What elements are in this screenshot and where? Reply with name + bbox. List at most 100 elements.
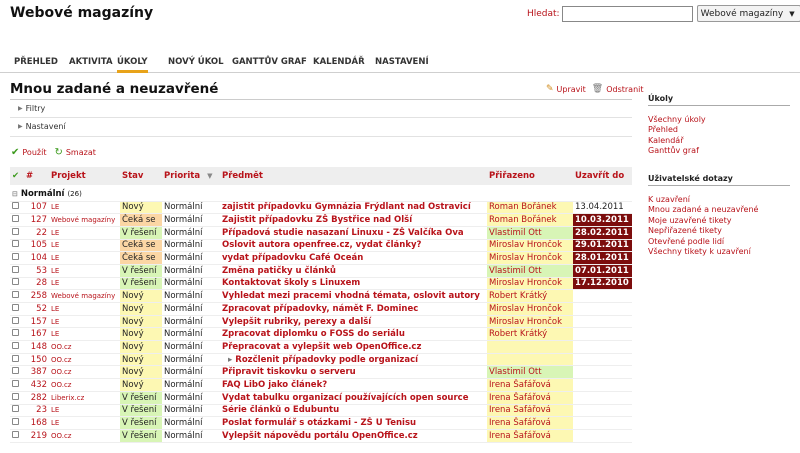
- issue-subject[interactable]: Série článků o Edubuntu: [220, 404, 487, 418]
- issue-subject[interactable]: Přepracovat a vylepšit web OpenOffice.cz: [220, 340, 487, 354]
- issue-subject-text[interactable]: Zpracovat diplomku o FOSS do seriálu: [222, 329, 405, 339]
- issue-subject-text[interactable]: vydat případovku Café Oceán: [222, 253, 363, 263]
- project-select[interactable]: Webové magazíny ▼: [696, 5, 800, 22]
- issue-number[interactable]: 219: [24, 429, 49, 443]
- issue-assignee[interactable]: Vlastimil Ott: [487, 365, 573, 380]
- column-number[interactable]: #: [24, 167, 49, 185]
- issue-subject-text[interactable]: Oslovit autora openfree.cz, vydat články…: [222, 240, 421, 250]
- issue-subject[interactable]: Připravit tiskovku o serveru: [220, 365, 487, 380]
- sidebar-query-my-closed[interactable]: Moje uzavřené tikety: [648, 216, 790, 226]
- issue-assignee[interactable]: [487, 353, 573, 367]
- issue-number[interactable]: 28: [24, 277, 49, 291]
- issue-assignee[interactable]: Miroslav Hrončok: [487, 277, 573, 291]
- row-checkbox[interactable]: [10, 353, 24, 367]
- row-checkbox[interactable]: [10, 302, 24, 316]
- issue-subject-text[interactable]: Připravit tiskovku o serveru: [222, 367, 356, 377]
- issue-subject-text[interactable]: Vyhledat mezi pracemi vhodná témata, osl…: [222, 291, 480, 301]
- checkbox[interactable]: [12, 215, 19, 223]
- issue-assignee[interactable]: Vlastimil Ott: [487, 264, 573, 278]
- table-row[interactable]: 148 OO.cz Nový Normální Přepracovat a vylepš…: [10, 340, 632, 354]
- checkbox[interactable]: [12, 430, 19, 438]
- row-checkbox[interactable]: [10, 264, 24, 278]
- issue-project[interactable]: LE: [49, 264, 120, 278]
- issue-subject-text[interactable]: FAQ LibO jako článek?: [222, 380, 327, 390]
- table-row[interactable]: 127 Webové magazíny Čeká se Normální Zajisti…: [10, 213, 632, 227]
- issue-number[interactable]: 148: [24, 340, 49, 354]
- issue-subject[interactable]: vydat případovku Café Oceán: [220, 251, 487, 265]
- checkbox[interactable]: [12, 367, 19, 375]
- sidebar-link-all-issues[interactable]: Všechny úkoly: [648, 115, 790, 125]
- sidebar-link-calendar[interactable]: Kalendář: [648, 136, 790, 146]
- column-subject[interactable]: Předmět: [220, 167, 487, 185]
- issue-project[interactable]: OO.cz: [49, 340, 120, 354]
- select-all-toggle[interactable]: ✔: [10, 167, 24, 185]
- issue-project[interactable]: OO.cz: [49, 429, 120, 443]
- table-row[interactable]: 23 LE V řešení Normální Série článků o Edubu…: [10, 404, 632, 418]
- checkbox[interactable]: [12, 418, 19, 426]
- table-row[interactable]: 219 OO.cz V řešení Normální Vylepšit nápověd…: [10, 429, 632, 443]
- row-checkbox[interactable]: [10, 404, 24, 418]
- issue-subject[interactable]: Vyhledat mezi pracemi vhodná témata, osl…: [220, 289, 487, 303]
- clear-link[interactable]: Smazat: [66, 148, 96, 157]
- row-checkbox[interactable]: [10, 277, 24, 291]
- table-row[interactable]: 387 OO.cz Nový Normální Připravit tiskovku o…: [10, 365, 632, 380]
- delete-button[interactable]: 🗑 Odstranit: [592, 84, 644, 94]
- row-checkbox[interactable]: [10, 226, 24, 240]
- row-checkbox[interactable]: [10, 213, 24, 227]
- issue-number[interactable]: 105: [24, 239, 49, 253]
- table-row[interactable]: 167 LE Nový Normální Zpracovat diplomku o FO…: [10, 327, 632, 342]
- issue-project[interactable]: LE: [49, 315, 120, 329]
- clear-button[interactable]: ↻ Smazat: [54, 147, 95, 158]
- issue-project[interactable]: OO.cz: [49, 365, 120, 380]
- edit-link[interactable]: Upravit: [557, 85, 586, 94]
- column-assigned[interactable]: Přiřazeno: [487, 167, 573, 185]
- checkbox[interactable]: [12, 265, 19, 273]
- delete-link[interactable]: Odstranit: [606, 85, 643, 94]
- table-row[interactable]: 104 LE Čeká se Normální vydat případovku Caf…: [10, 251, 632, 265]
- issue-subject[interactable]: Zpracovat případovky, námět F. Dominec: [220, 302, 487, 316]
- apply-button[interactable]: ✔ Použít: [11, 147, 46, 158]
- checkbox[interactable]: [12, 253, 19, 261]
- issue-project[interactable]: LE: [49, 416, 120, 430]
- issue-project[interactable]: LE: [49, 327, 120, 342]
- issue-subject-text[interactable]: Změna patičky u článků: [222, 266, 336, 276]
- issue-assignee[interactable]: Robert Krátký: [487, 289, 573, 303]
- issue-subject[interactable]: Vylepšit rubriky, perexy a další: [220, 315, 487, 329]
- issue-subject[interactable]: ▸ Rozčlenit případovky podle organizací: [220, 353, 487, 367]
- issue-subject-text[interactable]: Vylepšit nápovědu portálu OpenOffice.cz: [222, 431, 418, 441]
- table-row[interactable]: 52 LE Nový Normální Zpracovat případovky, ná…: [10, 302, 632, 316]
- collapse-icon[interactable]: ⊟: [12, 190, 18, 198]
- issue-assignee[interactable]: Miroslav Hrončok: [487, 315, 573, 329]
- issue-number[interactable]: 432: [24, 378, 49, 392]
- issue-assignee[interactable]: Roman Bořánek: [487, 213, 573, 227]
- row-checkbox[interactable]: [10, 315, 24, 329]
- checkbox[interactable]: [12, 202, 19, 210]
- row-checkbox[interactable]: [10, 239, 24, 253]
- issue-project[interactable]: LE: [49, 251, 120, 265]
- issue-number[interactable]: 387: [24, 365, 49, 380]
- issue-project[interactable]: Webové magazíny: [49, 289, 120, 303]
- issue-number[interactable]: 282: [24, 391, 49, 405]
- issue-subject-text[interactable]: Rozčlenit případovky podle organizací: [235, 355, 418, 365]
- table-row[interactable]: 258 Webové magazíny Nový Normální Vyhledat m…: [10, 289, 632, 303]
- issue-project[interactable]: LE: [49, 239, 120, 253]
- checkbox[interactable]: [12, 303, 19, 311]
- issue-project[interactable]: LE: [49, 226, 120, 240]
- issue-assignee[interactable]: Irena Šafářová: [487, 391, 573, 405]
- table-row[interactable]: 22 LE V řešení Normální Případová studie nas…: [10, 226, 632, 240]
- column-priority[interactable]: Priorita ▼: [162, 167, 220, 185]
- row-checkbox[interactable]: [10, 429, 24, 443]
- issue-project[interactable]: OO.cz: [49, 353, 120, 367]
- table-row[interactable]: 105 LE Čeká se Normální Oslovit autora openf…: [10, 239, 632, 253]
- issue-subject[interactable]: Případová studie nasazaní Linuxu - ZŠ Va…: [220, 226, 487, 240]
- issue-number[interactable]: 53: [24, 264, 49, 278]
- checkbox[interactable]: [12, 291, 19, 299]
- table-row[interactable]: 168 LE V řešení Normální Poslat formulář s o…: [10, 416, 632, 430]
- filters-toggle[interactable]: ▶ Filtry: [18, 104, 45, 113]
- column-project[interactable]: Projekt: [49, 167, 120, 185]
- issue-assignee[interactable]: Miroslav Hrončok: [487, 302, 573, 316]
- issue-subject-text[interactable]: Zajistit případovku ZŠ Bystřice nad Olší: [222, 215, 412, 225]
- table-row[interactable]: 282 Liberix.cz V řešení Normální Vydat tabul…: [10, 391, 632, 405]
- issue-subject[interactable]: zajistit případovku Gymnázia Frýdlant na…: [220, 201, 487, 215]
- issue-subject-text[interactable]: Vydat tabulku organizací používajících o…: [222, 393, 468, 403]
